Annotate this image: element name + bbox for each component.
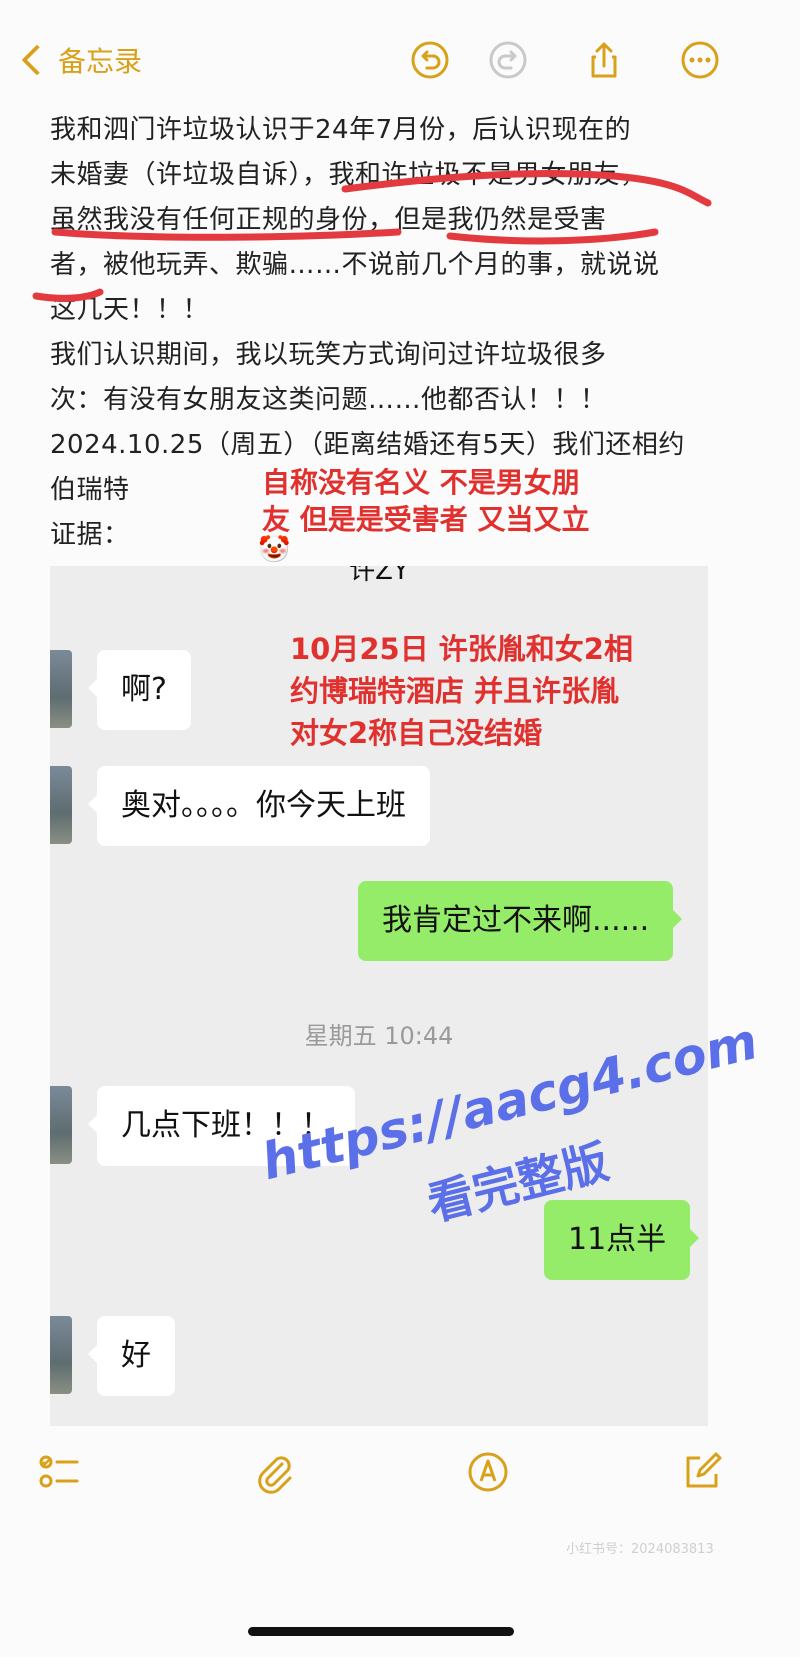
annotation-1: 自称没有名义 不是男女朋 友 但是是受害者 又当又立 [262,464,590,538]
checklist-icon[interactable] [37,1450,81,1494]
annotation-2-line3: 对女2称自己没结婚 [290,716,543,750]
footer-id-mark: 小红书号：2024083813 [566,1542,714,1557]
message-bubble: 好 [88,1316,175,1396]
avatar[interactable] [50,650,72,728]
annotation-2-line1: 10月25日 许张胤和女2相 [290,632,633,666]
chat-title: 许ZY [349,566,409,586]
message-bubble-me: 我肯定过不来啊...... [358,881,683,961]
chat-screenshot: 许ZY 10月25日 许张胤和女2相 约博瑞特酒店 并且许张胤 对女2称自己没结… [50,566,708,1426]
avatar[interactable] [50,1086,72,1164]
note-line: 我们认识期间，我以玩笑方式询问过许垃圾很多 [50,340,607,370]
annotation-2-line2: 约博瑞特酒店 并且许张胤 [290,674,620,708]
message-bubble: 啊? [88,650,191,730]
note-line: 2024.10.25（周五）（距离结婚还有5天）我们还相约 [50,430,685,460]
compose-icon[interactable] [680,1450,724,1494]
avatar[interactable] [50,1316,72,1394]
annotation-1-line2: 友 但是是受害者 又当又立 [262,503,590,536]
annotation-2: 10月25日 许张胤和女2相 约博瑞特酒店 并且许张胤 对女2称自己没结婚 [290,628,633,754]
message-bubble-me: 11点半 [544,1200,700,1280]
paperclip-icon[interactable] [252,1450,296,1494]
message-bubble: 奥对。。。。你今天上班 [88,766,430,846]
markup-icon[interactable] [466,1450,510,1494]
home-indicator[interactable] [248,1627,514,1636]
clown-emoji-icon: 🤡 [258,535,291,565]
note-line: 次：有没有女朋友这类问题……他都否认！！！ [50,385,607,415]
annotation-1-line1: 自称没有名义 不是男女朋 [262,466,580,499]
avatar[interactable] [50,766,72,844]
red-underline-marks [32,169,712,302]
